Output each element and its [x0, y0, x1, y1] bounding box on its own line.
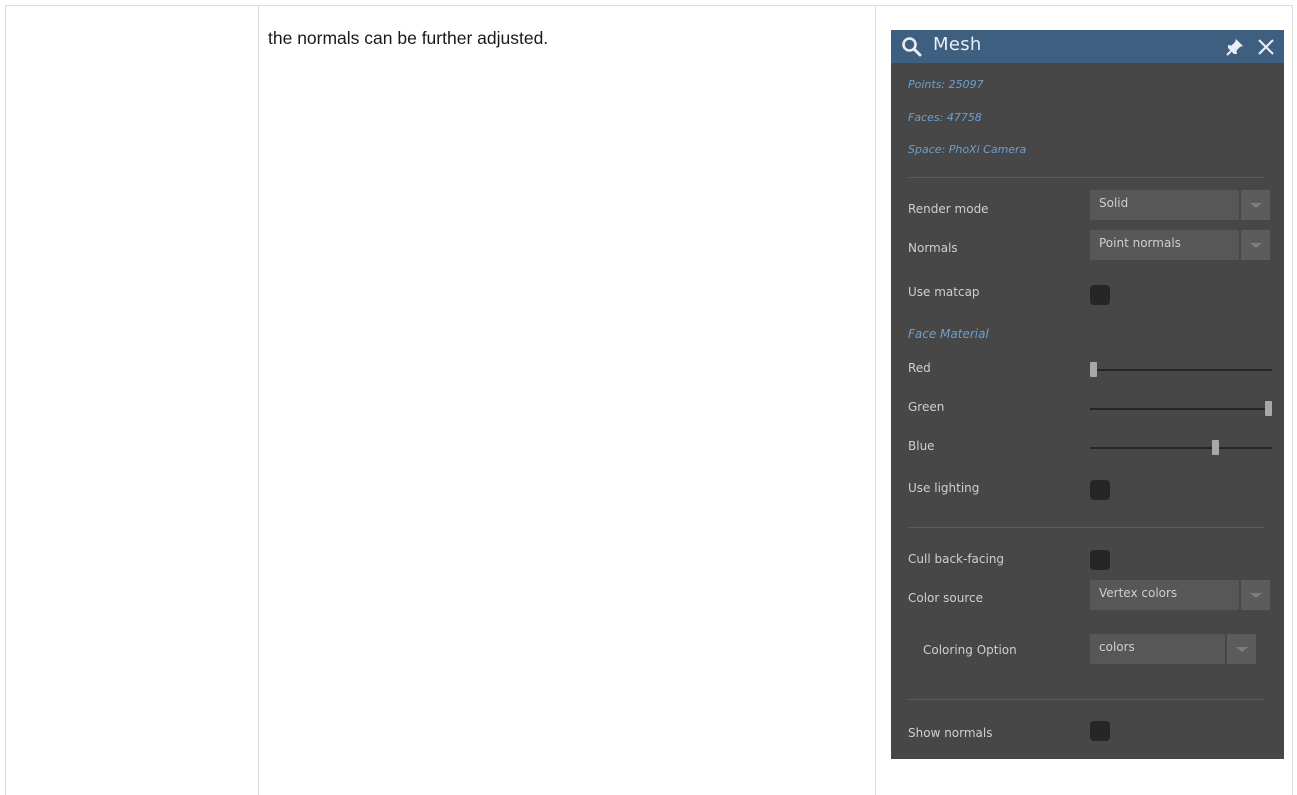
column-divider	[258, 6, 259, 795]
coloring-option-label: Coloring Option	[923, 643, 1017, 657]
normals-label: Normals	[908, 241, 958, 255]
blue-slider-thumb[interactable]	[1212, 440, 1219, 455]
green-slider-thumb[interactable]	[1265, 401, 1272, 416]
space-info: Space: PhoXi Camera	[908, 143, 1027, 156]
cull-back-facing-checkbox[interactable]	[1090, 550, 1110, 570]
face-material-title: Face Material	[908, 327, 989, 341]
blue-label: Blue	[908, 439, 935, 453]
pin-icon[interactable]	[1225, 37, 1245, 61]
show-normals-checkbox[interactable]	[1090, 721, 1110, 741]
show-normals-label: Show normals	[908, 726, 993, 740]
faces-count: Faces: 47758	[908, 111, 982, 124]
cull-back-facing-label: Cull back-facing	[908, 552, 1005, 566]
normals-value: Point normals	[1099, 236, 1181, 250]
red-label: Red	[908, 361, 931, 375]
chevron-down-icon[interactable]	[1239, 230, 1270, 260]
use-matcap-checkbox[interactable]	[1090, 285, 1110, 305]
red-slider[interactable]	[1090, 362, 1272, 377]
coloring-option-dropdown[interactable]: colors	[1090, 634, 1256, 664]
mesh-panel: Mesh Points: 25097 Faces: 47758 Space: P…	[891, 30, 1284, 759]
render-mode-label: Render mode	[908, 202, 989, 216]
coloring-option-value: colors	[1099, 640, 1135, 654]
separator	[908, 527, 1264, 528]
panel-title: Mesh	[933, 34, 982, 55]
normals-dropdown[interactable]: Point normals	[1090, 230, 1270, 260]
color-source-value: Vertex colors	[1099, 586, 1178, 600]
chevron-down-icon[interactable]	[1239, 580, 1270, 610]
panel-header[interactable]: Mesh	[891, 30, 1284, 63]
column-divider	[875, 6, 876, 795]
use-lighting-checkbox[interactable]	[1090, 480, 1110, 500]
separator	[908, 699, 1264, 700]
color-source-label: Color source	[908, 591, 983, 605]
red-slider-thumb[interactable]	[1090, 362, 1097, 377]
blue-slider[interactable]	[1090, 440, 1272, 455]
render-mode-dropdown[interactable]: Solid	[1090, 190, 1270, 220]
green-label: Green	[908, 400, 945, 414]
chevron-down-icon[interactable]	[1225, 634, 1256, 664]
close-icon[interactable]	[1257, 38, 1275, 60]
search-icon[interactable]	[901, 36, 923, 62]
color-source-dropdown[interactable]: Vertex colors	[1090, 580, 1270, 610]
use-matcap-label: Use matcap	[908, 285, 980, 299]
chevron-down-icon[interactable]	[1239, 190, 1270, 220]
render-mode-value: Solid	[1099, 196, 1129, 210]
separator	[908, 177, 1264, 178]
description-text: the normals can be further adjusted.	[268, 28, 549, 48]
points-count: Points: 25097	[908, 78, 984, 91]
use-lighting-label: Use lighting	[908, 481, 980, 495]
green-slider[interactable]	[1090, 401, 1272, 416]
